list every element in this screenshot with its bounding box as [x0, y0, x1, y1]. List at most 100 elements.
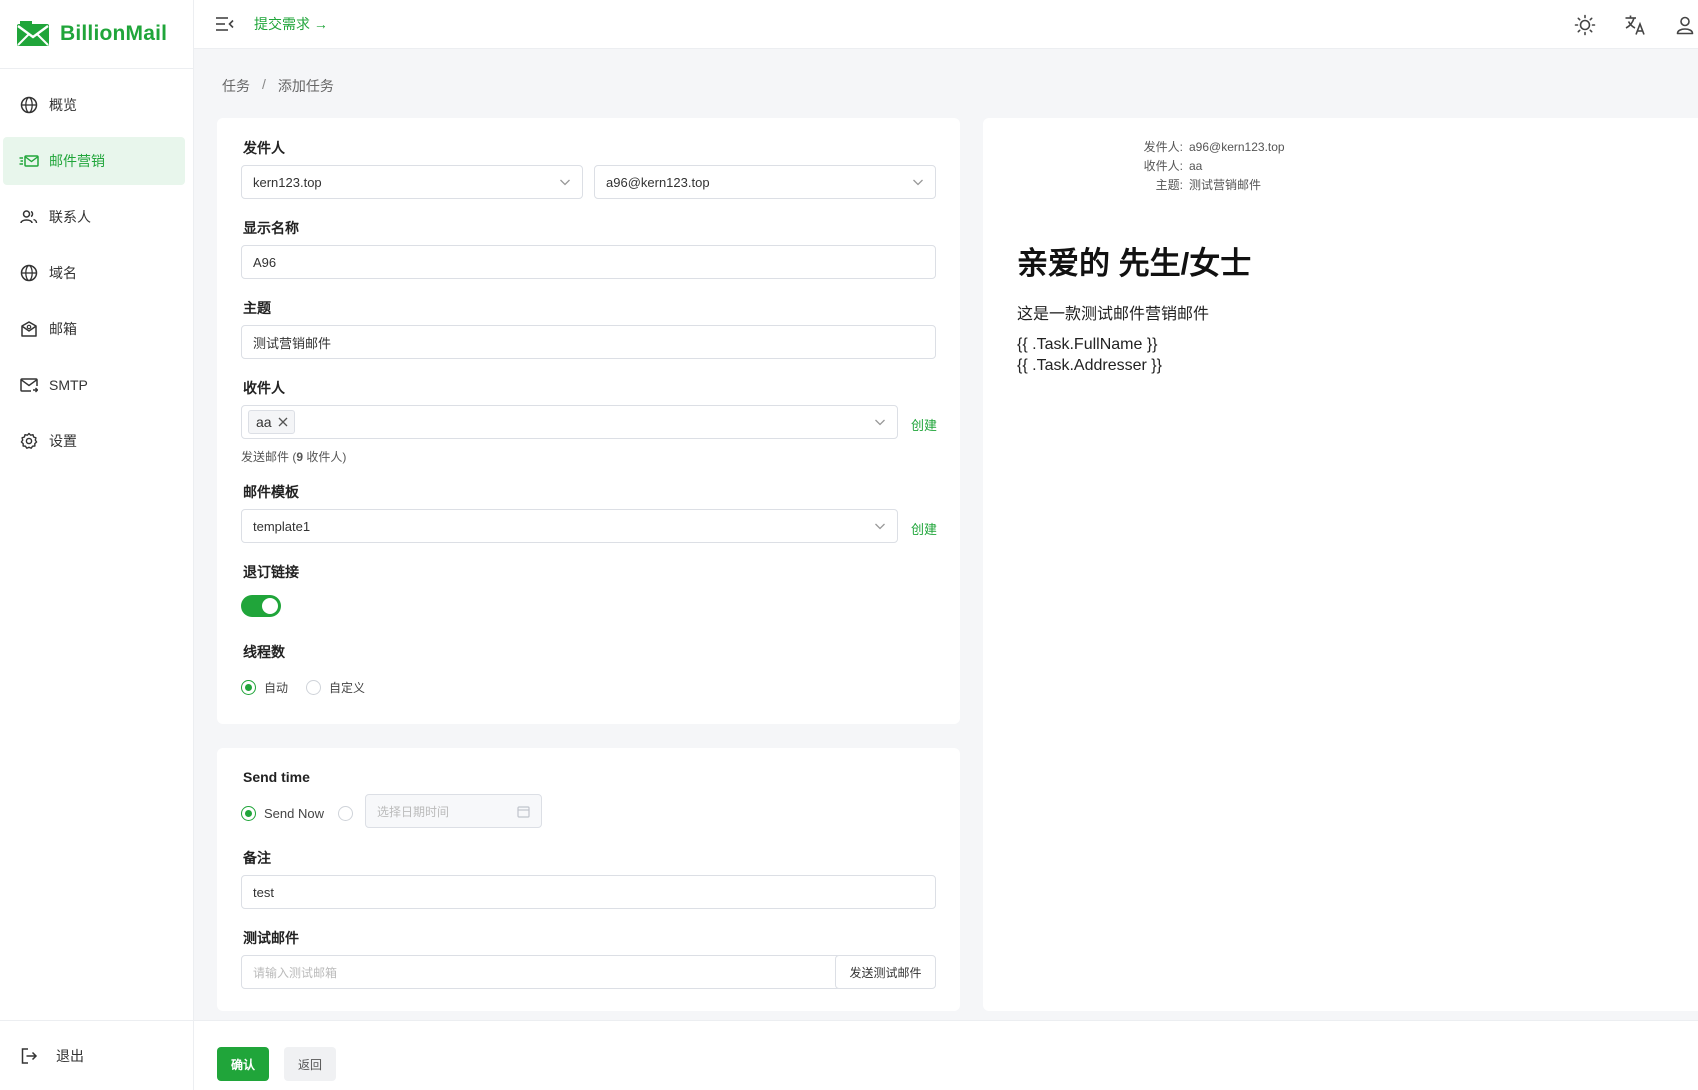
radio-auto[interactable]	[241, 680, 256, 695]
mailbox-icon	[19, 319, 39, 339]
preview-var-addresser: {{ .Task.Addresser }}	[1017, 357, 1162, 374]
sidebar-item-mailbox[interactable]: 邮箱	[3, 305, 185, 353]
template-value: template1	[253, 518, 311, 534]
toggle-knob	[262, 598, 278, 614]
send-time-label: Send time	[243, 769, 310, 785]
preview-body: 这是一款测试邮件营销邮件	[1017, 306, 1210, 323]
preview-var-fullname: {{ .Task.FullName }}	[1017, 336, 1158, 353]
sidebar-item-label: 设置	[49, 433, 77, 449]
radio-custom[interactable]	[306, 680, 322, 695]
datetime-picker[interactable]: 选择日期时间	[365, 794, 542, 828]
breadcrumb-current: 添加任务	[277, 78, 334, 94]
sidebar-item-smtp[interactable]: SMTP	[3, 361, 185, 409]
threads-radio-group: 自动 自定义	[241, 679, 365, 696]
app-name: BillionMail	[60, 22, 168, 45]
preview-meta: 发件人: a96@kern123.top 收件人: aa 主题: 测试营销邮件	[1133, 138, 1285, 195]
radio-send-now-label: Send Now	[264, 806, 324, 821]
users-icon	[19, 207, 39, 227]
gear-icon	[19, 431, 39, 451]
sidebar-item-label: 邮件营销	[49, 153, 105, 169]
note-value: test	[253, 884, 274, 900]
recipients-hint-suffix: 收件人)	[303, 450, 347, 464]
threads-label: 线程数	[243, 644, 285, 660]
note-label: 备注	[243, 850, 271, 866]
display-name-value: A96	[253, 254, 277, 270]
sender-email-select[interactable]: a96@kern123.top	[594, 165, 936, 199]
close-icon[interactable]	[278, 417, 288, 427]
unsubscribe-toggle[interactable]	[241, 595, 281, 617]
breadcrumb-tasks[interactable]: 任务	[222, 76, 250, 96]
radio-scheduled[interactable]	[337, 806, 353, 821]
sidebar: BillionMail 概览 邮件营销 联系人 域名 邮箱 SMTP 设置 退出	[0, 0, 194, 1090]
preview-from-key: 发件人:	[1143, 140, 1183, 154]
radio-send-now[interactable]	[241, 806, 256, 821]
preview-to-row: 收件人: aa	[1133, 157, 1285, 176]
recipients-hint-prefix: 发送邮件 (	[241, 450, 297, 464]
sidebar-item-settings[interactable]: 设置	[3, 417, 185, 465]
logout-icon	[20, 1047, 38, 1065]
preview-heading: 亲爱的 先生/女士	[1017, 246, 1252, 281]
send-test-email-button[interactable]: 发送测试邮件	[835, 955, 936, 989]
test-email-input[interactable]: 请输入测试邮箱	[241, 955, 841, 989]
logout-button[interactable]: 退出	[0, 1020, 193, 1090]
radio-custom-label: 自定义	[329, 681, 366, 695]
breadcrumb-separator: /	[262, 76, 266, 92]
recipient-tag: aa	[248, 410, 295, 434]
sidebar-item-domains[interactable]: 域名	[3, 249, 185, 297]
sidebar-item-contacts[interactable]: 联系人	[3, 193, 185, 241]
logo[interactable]: BillionMail	[0, 0, 193, 69]
email-preview-panel: 发件人: a96@kern123.top 收件人: aa 主题: 测试营销邮件 …	[983, 118, 1698, 1011]
display-name-input[interactable]: A96	[241, 245, 936, 279]
menu-collapse-icon[interactable]	[216, 17, 234, 31]
create-recipients-link[interactable]: 创建	[911, 415, 937, 434]
chevron-down-icon	[874, 417, 886, 427]
header-actions	[1546, 0, 1698, 49]
preview-to-value: aa	[1189, 159, 1203, 173]
sender-domain-value: kern123.top	[253, 174, 322, 190]
datetime-placeholder: 选择日期时间	[377, 804, 450, 819]
sidebar-item-email-marketing[interactable]: 邮件营销	[3, 137, 185, 185]
sidebar-item-label: 邮箱	[49, 321, 77, 337]
globe-icon	[19, 95, 39, 115]
sun-icon[interactable]	[1574, 14, 1596, 36]
recipients-select[interactable]: aa	[241, 405, 898, 439]
task-form-card: 发件人 kern123.top a96@kern123.top 显示名称 A96…	[217, 118, 960, 724]
preview-to-key: 收件人:	[1143, 159, 1183, 173]
back-button[interactable]: 返回	[284, 1047, 336, 1081]
breadcrumb: 任务 / 添加任务	[222, 76, 334, 96]
template-select[interactable]: template1	[241, 509, 898, 543]
display-name-label: 显示名称	[243, 220, 299, 236]
chevron-down-icon	[912, 177, 924, 187]
preview-subject-row: 主题: 测试营销邮件	[1133, 176, 1285, 195]
send-time-radio-group: Send Now	[241, 806, 361, 821]
form-footer: 确认 返回	[194, 1020, 1698, 1090]
sender-label: 发件人	[243, 140, 285, 156]
confirm-button[interactable]: 确认	[217, 1047, 269, 1081]
sidebar-item-label: 域名	[49, 265, 77, 281]
unsubscribe-label: 退订链接	[243, 564, 299, 580]
user-icon[interactable]	[1674, 14, 1696, 36]
submit-request-link[interactable]: 提交需求 →	[254, 14, 328, 34]
logout-label: 退出	[56, 1047, 84, 1064]
sidebar-item-overview[interactable]: 概览	[3, 81, 185, 129]
recipient-tag-label: aa	[256, 414, 272, 430]
sender-domain-select[interactable]: kern123.top	[241, 165, 583, 199]
subject-label: 主题	[243, 300, 271, 316]
top-header: 提交需求 →	[194, 0, 1698, 49]
schedule-card: Send time Send Now 选择日期时间 备注 test 测试邮件 请…	[217, 748, 960, 1011]
preview-subject-key: 主题:	[1155, 178, 1183, 192]
recipients-label: 收件人	[243, 380, 285, 396]
test-email-placeholder: 请输入测试邮箱	[253, 965, 338, 980]
template-label: 邮件模板	[243, 484, 299, 500]
recipients-hint: 发送邮件 (9 收件人)	[241, 448, 346, 465]
sidebar-item-label: 概览	[49, 97, 77, 113]
calendar-icon	[517, 805, 530, 818]
subject-value: 测试营销邮件	[253, 335, 332, 351]
create-template-link[interactable]: 创建	[911, 519, 937, 538]
note-input[interactable]: test	[241, 875, 936, 909]
sidebar-nav: 概览 邮件营销 联系人 域名 邮箱 SMTP 设置	[0, 69, 193, 465]
mail-send-icon	[19, 151, 39, 171]
sender-email-value: a96@kern123.top	[606, 174, 710, 190]
subject-input[interactable]: 测试营销邮件	[241, 325, 936, 359]
translate-icon[interactable]	[1624, 14, 1646, 36]
